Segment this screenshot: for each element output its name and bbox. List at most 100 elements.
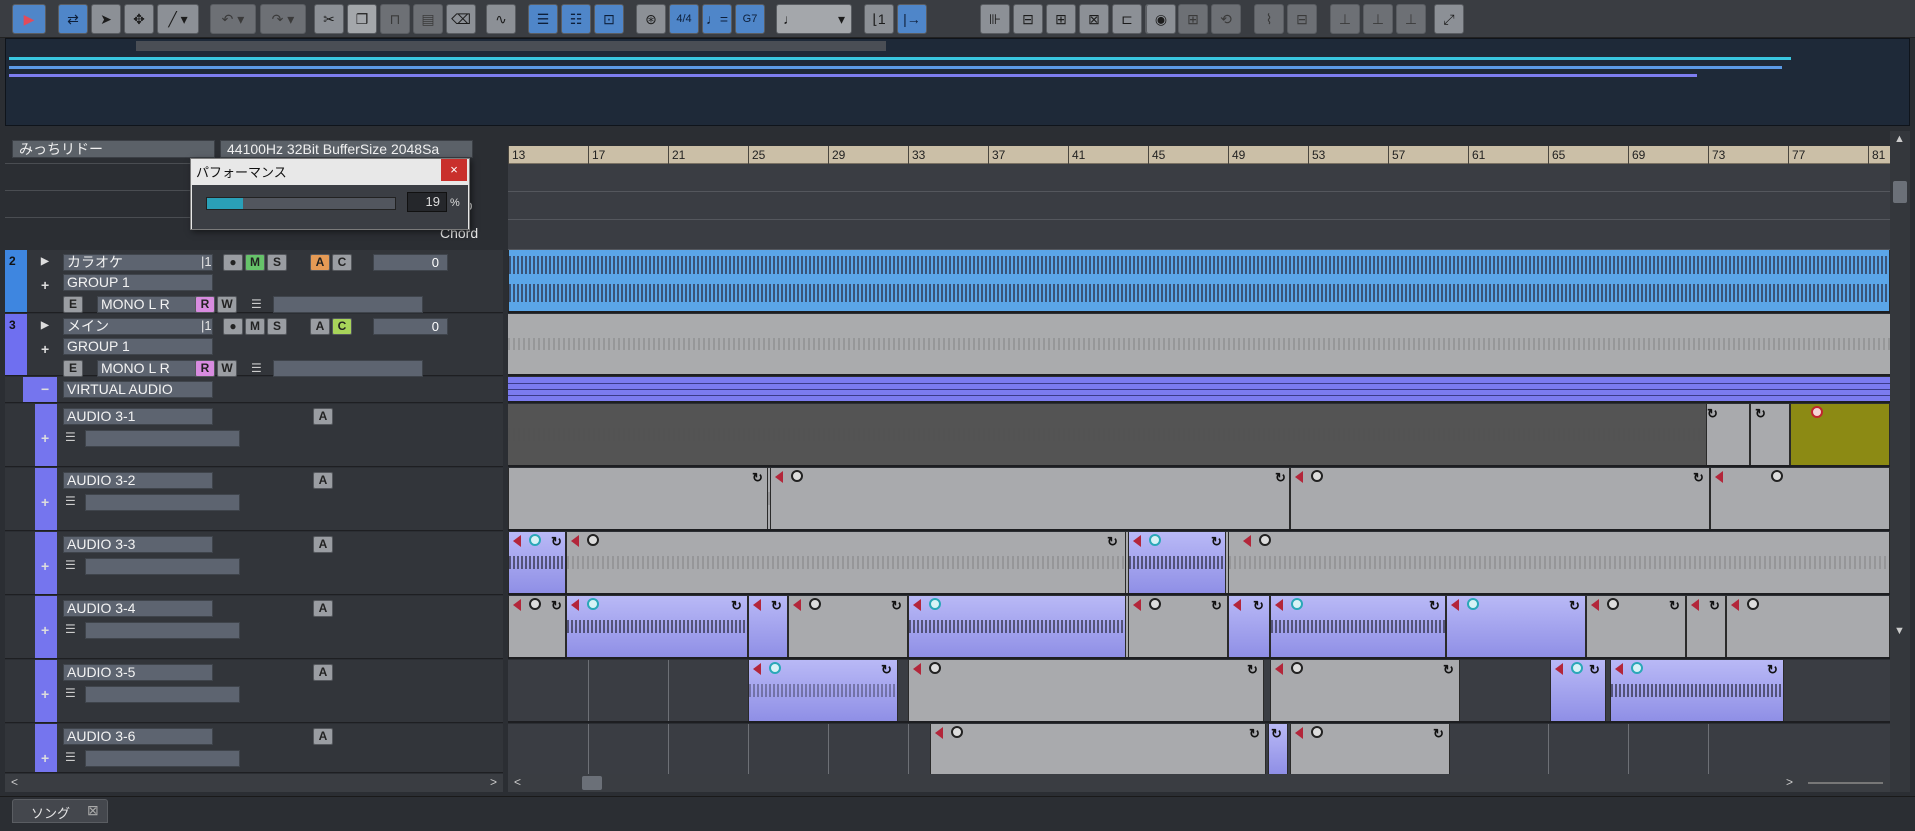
align-button[interactable]: ⊪ bbox=[980, 4, 1010, 34]
clip-icon[interactable] bbox=[1311, 470, 1323, 482]
split-1-button[interactable]: ⊟ bbox=[1013, 4, 1043, 34]
beat-lane[interactable] bbox=[508, 164, 1890, 192]
loop-icon[interactable]: ↻ bbox=[551, 598, 562, 614]
loop-icon[interactable]: ↻ bbox=[1211, 534, 1222, 550]
group-field[interactable]: GROUP 1 bbox=[63, 338, 213, 355]
split-3-button[interactable]: ⊠ bbox=[1079, 4, 1109, 34]
audio-clip[interactable]: ↻ bbox=[566, 596, 748, 657]
undo-button[interactable]: ↶ ▾ bbox=[210, 4, 256, 34]
expand-arrow-icon[interactable]: ▶ bbox=[41, 256, 49, 267]
mute-button[interactable]: M bbox=[245, 318, 265, 335]
loop-icon[interactable]: ↻ bbox=[771, 598, 782, 614]
loop-2-button[interactable]: ⟲ bbox=[1211, 4, 1241, 34]
virtual-audio-header[interactable]: − VIRTUAL AUDIO bbox=[5, 377, 503, 403]
audio-clip[interactable] bbox=[508, 250, 1890, 311]
flag-icon[interactable] bbox=[935, 727, 943, 739]
output-field[interactable] bbox=[273, 296, 423, 313]
output-field[interactable] bbox=[85, 558, 240, 575]
loop-icon[interactable]: ↻ bbox=[881, 662, 892, 678]
scroll-thumb[interactable] bbox=[582, 776, 602, 790]
clip-icon[interactable] bbox=[1259, 534, 1271, 546]
audio-clip[interactable]: ↻ bbox=[508, 532, 566, 593]
audio-clip[interactable]: ↻ bbox=[1290, 468, 1710, 529]
flag-icon[interactable] bbox=[1275, 663, 1283, 675]
output-field[interactable] bbox=[85, 750, 240, 767]
chord-lane[interactable] bbox=[508, 220, 1890, 250]
clip-icon[interactable] bbox=[809, 598, 821, 610]
vertical-scrollbar[interactable]: ▲ ▼ bbox=[1890, 131, 1910, 792]
audio-track-header[interactable]: AUDIO 3-6 A ☰ + bbox=[5, 724, 503, 773]
list-icon[interactable]: ☰ bbox=[65, 622, 76, 636]
read-button[interactable]: R bbox=[195, 360, 215, 377]
record-arm-button[interactable]: ● bbox=[223, 318, 243, 335]
audio-clip[interactable]: ↻ bbox=[748, 596, 788, 657]
c-button[interactable]: C bbox=[332, 318, 352, 335]
clip-icon[interactable] bbox=[1291, 662, 1303, 674]
close-icon[interactable]: ⊠ bbox=[87, 802, 99, 819]
record-icon[interactable] bbox=[1811, 406, 1823, 418]
split-2-button[interactable]: ⊞ bbox=[1046, 4, 1076, 34]
output-field[interactable] bbox=[85, 430, 240, 447]
mark-5-button[interactable]: ⊥ bbox=[1396, 4, 1426, 34]
audio-clip[interactable] bbox=[1726, 596, 1890, 657]
flag-icon[interactable] bbox=[793, 599, 801, 611]
audio-clip[interactable] bbox=[1710, 468, 1890, 529]
track-header-3[interactable]: 3 ▶ + メイン |1 ● M S A C 0 GROUP 1 E MONO … bbox=[5, 314, 503, 377]
clip-icon[interactable] bbox=[1149, 598, 1161, 610]
list-icon[interactable]: ☰ bbox=[65, 750, 76, 764]
track-list-hscrollbar[interactable]: < > bbox=[5, 774, 503, 792]
paste-button[interactable]: ⊓ bbox=[380, 4, 410, 34]
virtual-audio-lane[interactable] bbox=[508, 377, 1890, 403]
copy-button[interactable]: ❐ bbox=[347, 4, 377, 34]
add-icon[interactable]: + bbox=[41, 341, 49, 357]
loop-icon[interactable]: ↻ bbox=[1707, 406, 1718, 422]
select-tool-button[interactable]: ➤ bbox=[91, 4, 121, 34]
audio-lane-3-4[interactable]: ↻ ↻ ↻ ↻ ↻ ↻ ↻ ↻ ↻ ↻ bbox=[508, 596, 1890, 659]
loop-icon[interactable]: ↻ bbox=[1271, 726, 1282, 742]
clip-icon[interactable] bbox=[1607, 598, 1619, 610]
mixer-view-button[interactable]: ☷ bbox=[561, 4, 591, 34]
write-button[interactable]: W bbox=[217, 296, 237, 313]
audio-track-header[interactable]: AUDIO 3-3 A ☰ + bbox=[5, 532, 503, 595]
audio-clip[interactable]: ↻ bbox=[1128, 532, 1226, 593]
audio-clip[interactable]: ↻ bbox=[1270, 660, 1460, 721]
audio-track-header[interactable]: AUDIO 3-1 A ☰ + bbox=[5, 404, 503, 467]
audio-clip[interactable]: ↻ bbox=[1750, 404, 1790, 465]
track-name[interactable]: AUDIO 3-4 bbox=[63, 600, 213, 617]
snap-tool-button[interactable]: ⊛ bbox=[636, 4, 666, 34]
flag-icon[interactable] bbox=[571, 535, 579, 547]
scroll-thumb[interactable] bbox=[1893, 181, 1907, 203]
track-view-button[interactable]: ☰ bbox=[528, 4, 558, 34]
audio-clip[interactable]: ↻ bbox=[1610, 660, 1784, 721]
meter-button[interactable]: 4/4 bbox=[669, 4, 699, 34]
list-icon[interactable]: ☰ bbox=[251, 297, 262, 311]
clip-icon[interactable] bbox=[1631, 662, 1643, 674]
list-icon[interactable]: ☰ bbox=[65, 558, 76, 572]
loop-icon[interactable]: ↻ bbox=[1249, 726, 1260, 742]
clip-icon[interactable] bbox=[929, 662, 941, 674]
flag-icon[interactable] bbox=[1615, 663, 1623, 675]
audio-clip[interactable]: ↻ bbox=[788, 596, 908, 657]
clip-icon[interactable] bbox=[951, 726, 963, 738]
audio-track-header[interactable]: AUDIO 3-4 A ☰ + bbox=[5, 596, 503, 659]
output-field[interactable] bbox=[85, 494, 240, 511]
flag-icon[interactable] bbox=[513, 535, 521, 547]
mute-button[interactable]: M bbox=[245, 254, 265, 271]
list-icon[interactable]: ☰ bbox=[251, 361, 262, 375]
solo-button[interactable]: S bbox=[267, 318, 287, 335]
auto-button[interactable]: A bbox=[313, 472, 333, 489]
flag-icon[interactable] bbox=[1295, 471, 1303, 483]
expand-arrow-icon[interactable]: ▶ bbox=[41, 320, 49, 331]
audio-lane-3-1[interactable]: ↻ ↻ bbox=[508, 404, 1890, 467]
song-overview[interactable] bbox=[5, 38, 1910, 126]
flag-icon[interactable] bbox=[1243, 535, 1251, 547]
track-name[interactable]: AUDIO 3-3 bbox=[63, 536, 213, 553]
chevron-left-icon[interactable]: < bbox=[11, 775, 18, 789]
loop-icon[interactable]: ↻ bbox=[1429, 598, 1440, 614]
flag-icon[interactable] bbox=[1715, 471, 1723, 483]
c-button[interactable]: C bbox=[332, 254, 352, 271]
track-name[interactable]: カラオケ bbox=[63, 254, 213, 271]
tab-song[interactable]: ソング ⊠ bbox=[12, 799, 108, 823]
audio-tool-button[interactable]: ∿ bbox=[486, 4, 516, 34]
marker-lanes[interactable] bbox=[508, 164, 1890, 250]
